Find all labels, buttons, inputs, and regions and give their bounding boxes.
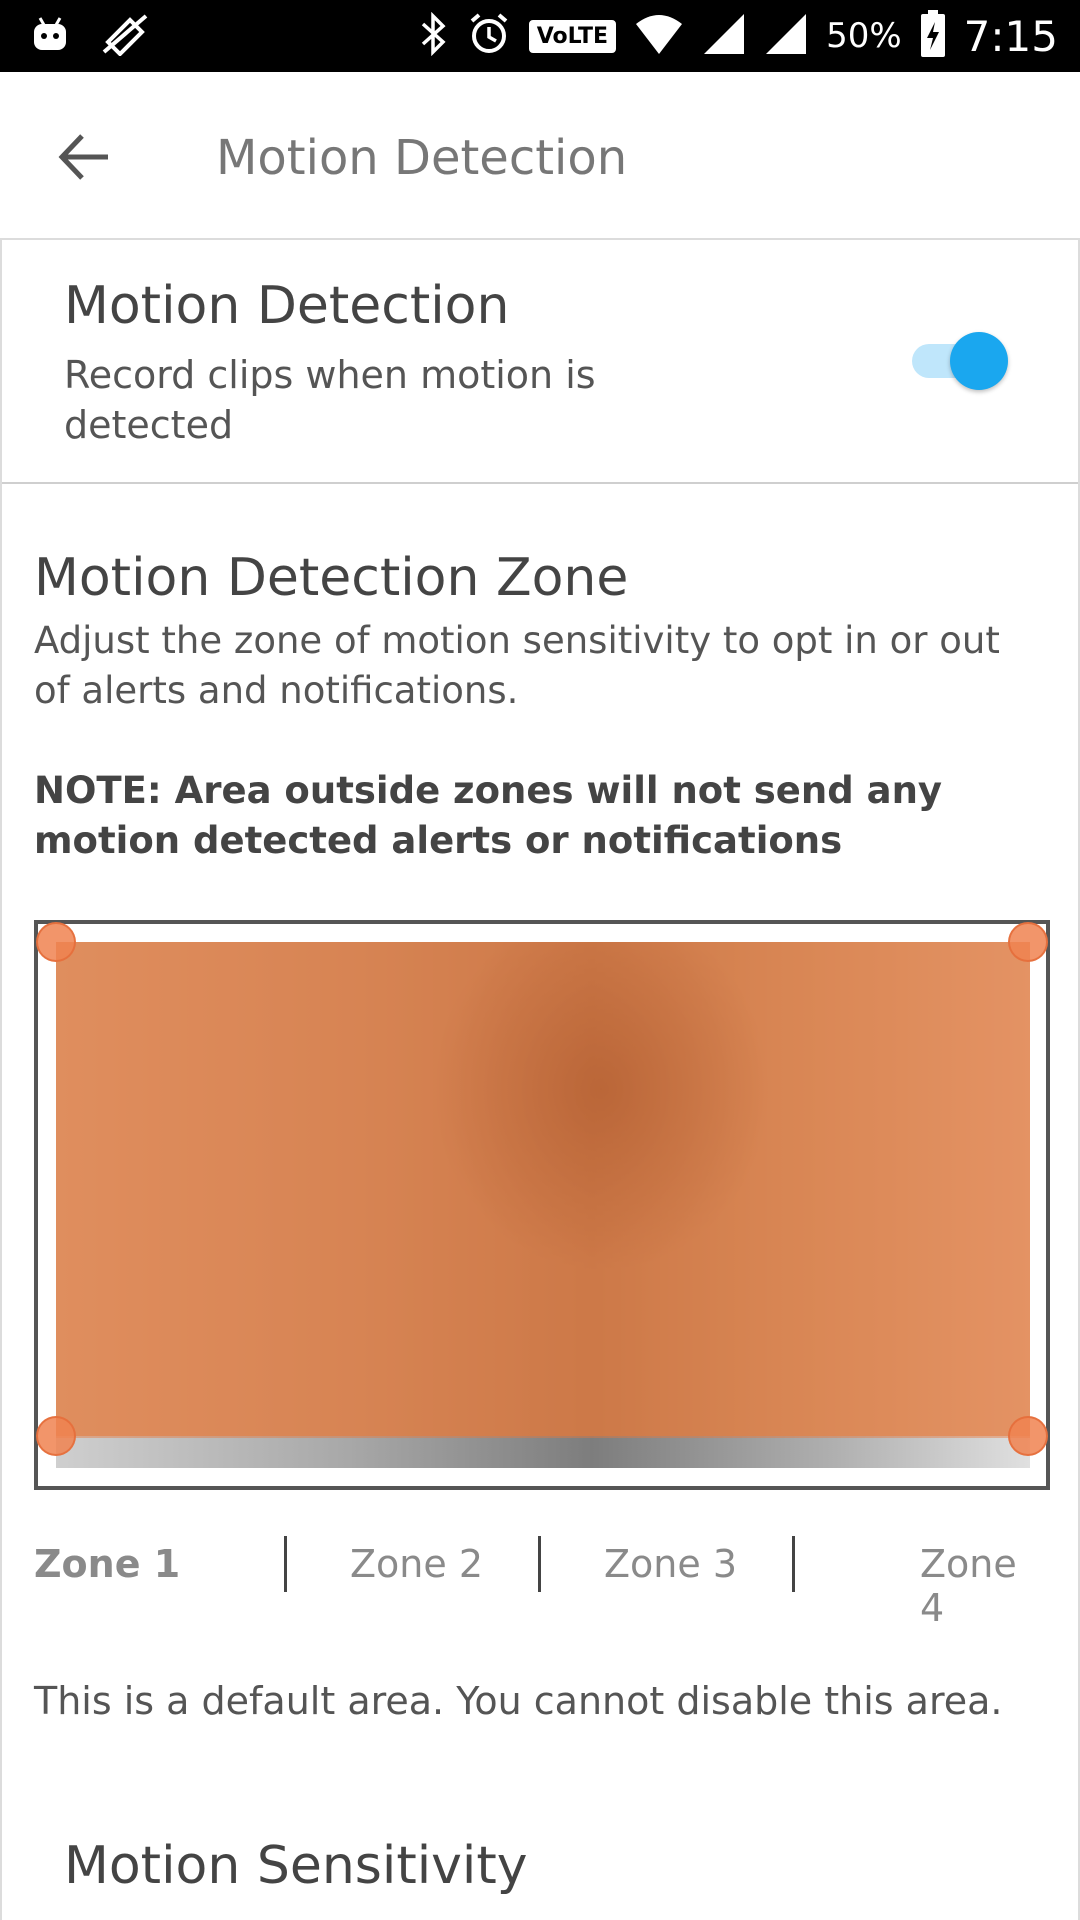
clock: 7:15 [963, 11, 1058, 61]
motion-detection-title: Motion Detection [64, 276, 510, 336]
settings-content: Motion Detection Record clips when motio… [0, 240, 1080, 1920]
camera-preview-strip [56, 1436, 1030, 1468]
zone-handle-top-right[interactable] [1008, 922, 1048, 962]
tab-zone-2[interactable]: Zone 2 [350, 1542, 483, 1586]
tab-divider [792, 1536, 795, 1592]
android-icon [30, 14, 70, 58]
zone-handle-bottom-right[interactable] [1008, 1416, 1048, 1456]
bluetooth-icon [419, 11, 449, 60]
zone-section-title: Motion Detection Zone [34, 548, 629, 608]
zone-overlay[interactable] [56, 942, 1030, 1438]
status-bar: VoLTE 50% 7:15 [0, 0, 1080, 72]
arrow-left-icon [50, 134, 120, 196]
zone-editor[interactable] [34, 920, 1050, 1490]
default-area-note: This is a default area. You cannot disab… [34, 1679, 1003, 1723]
tab-zone-4[interactable]: Zone 4 [920, 1542, 1050, 1630]
app-bar: Motion Detection [0, 72, 1080, 240]
signal-icon [702, 12, 746, 60]
battery-percent: 50% [826, 16, 902, 56]
alarm-icon [467, 12, 511, 60]
volte-badge: VoLTE [528, 19, 617, 53]
zone-handle-top-left[interactable] [36, 922, 76, 962]
page-title: Motion Detection [216, 130, 628, 186]
zone-handle-bottom-left[interactable] [36, 1416, 76, 1456]
signal-icon [764, 12, 808, 60]
motion-detection-description: Record clips when motion is detected [64, 353, 596, 447]
battery-charging-icon [920, 10, 946, 62]
back-button[interactable] [50, 122, 120, 192]
zone-tabs: Zone 1 Zone 2 Zone 3 Zone 4 [34, 1536, 1050, 1630]
mute-icon [100, 12, 150, 60]
wifi-icon [634, 12, 684, 60]
toggle-thumb [950, 332, 1008, 390]
tab-divider [538, 1536, 541, 1592]
motion-detection-row[interactable]: Motion Detection Record clips when motio… [2, 240, 1078, 484]
tab-divider [284, 1536, 287, 1592]
motion-detection-toggle[interactable] [912, 332, 1008, 390]
tab-zone-3[interactable]: Zone 3 [604, 1542, 737, 1586]
zone-section-note: NOTE: Area outside zones will not send a… [34, 769, 943, 862]
tab-zone-1[interactable]: Zone 1 [34, 1542, 180, 1586]
zone-section-description: Adjust the zone of motion sensitivity to… [34, 619, 1000, 712]
motion-sensitivity-title: Motion Sensitivity [64, 1836, 528, 1896]
